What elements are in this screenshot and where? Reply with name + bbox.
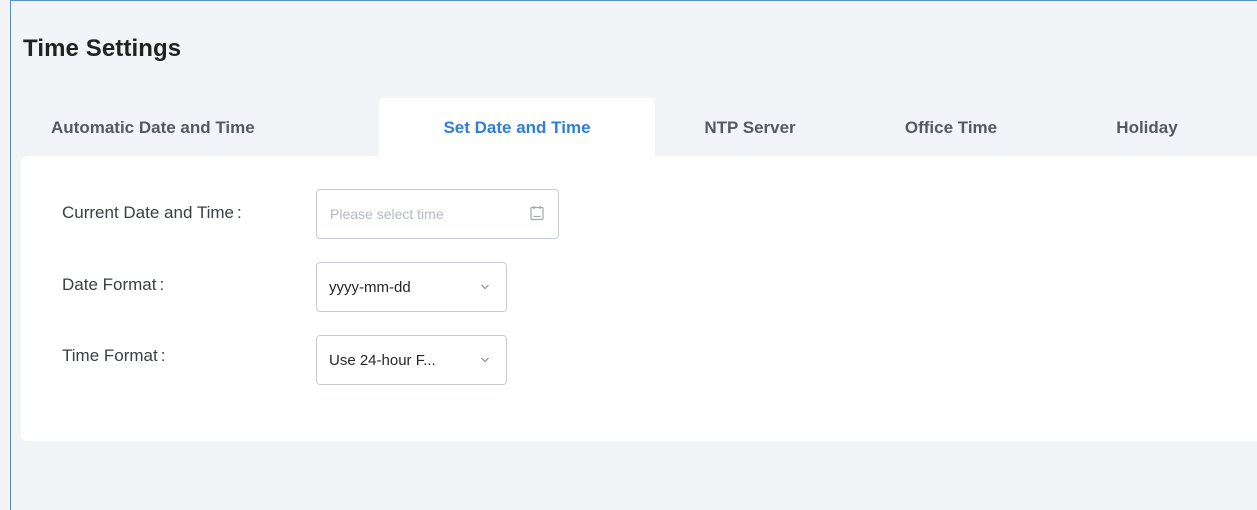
tab-office-time[interactable]: Office Time	[881, 98, 1021, 156]
time-format-label-text: Time Format	[62, 346, 158, 365]
label-colon: :	[159, 275, 165, 294]
date-format-select[interactable]: yyyy-mm-dd	[316, 262, 507, 312]
chevron-down-icon	[481, 357, 489, 363]
current-date-time-picker[interactable]: Please select time	[316, 189, 559, 239]
current-date-time-label: Current Date and Time:	[62, 203, 242, 223]
time-format-select[interactable]: Use 24-hour F...	[316, 335, 507, 385]
settings-card: Current Date and Time: Please select tim…	[21, 156, 1257, 441]
label-colon: :	[160, 346, 166, 365]
calendar-icon[interactable]	[530, 205, 544, 221]
date-picker-placeholder: Please select time	[330, 206, 444, 222]
tab-holiday[interactable]: Holiday	[1097, 98, 1197, 156]
current-date-time-label-text: Current Date and Time	[62, 203, 234, 222]
time-format-label: Time Format:	[62, 346, 165, 366]
tab-bar: Automatic Date and Time Set Date and Tim…	[11, 98, 1257, 156]
date-format-value: yyyy-mm-dd	[329, 279, 411, 296]
label-colon: :	[236, 203, 242, 222]
chevron-down-icon	[481, 284, 489, 290]
time-format-value: Use 24-hour F...	[329, 352, 436, 369]
tab-ntp-server[interactable]: NTP Server	[685, 98, 815, 156]
tab-set-date-and-time[interactable]: Set Date and Time	[379, 98, 655, 156]
date-format-label-text: Date Format	[62, 275, 157, 294]
tab-automatic-date-and-time[interactable]: Automatic Date and Time	[51, 98, 361, 156]
time-settings-frame: Time Settings Automatic Date and Time Se…	[10, 0, 1257, 510]
page-title: Time Settings	[23, 35, 182, 62]
date-format-label: Date Format:	[62, 275, 164, 295]
